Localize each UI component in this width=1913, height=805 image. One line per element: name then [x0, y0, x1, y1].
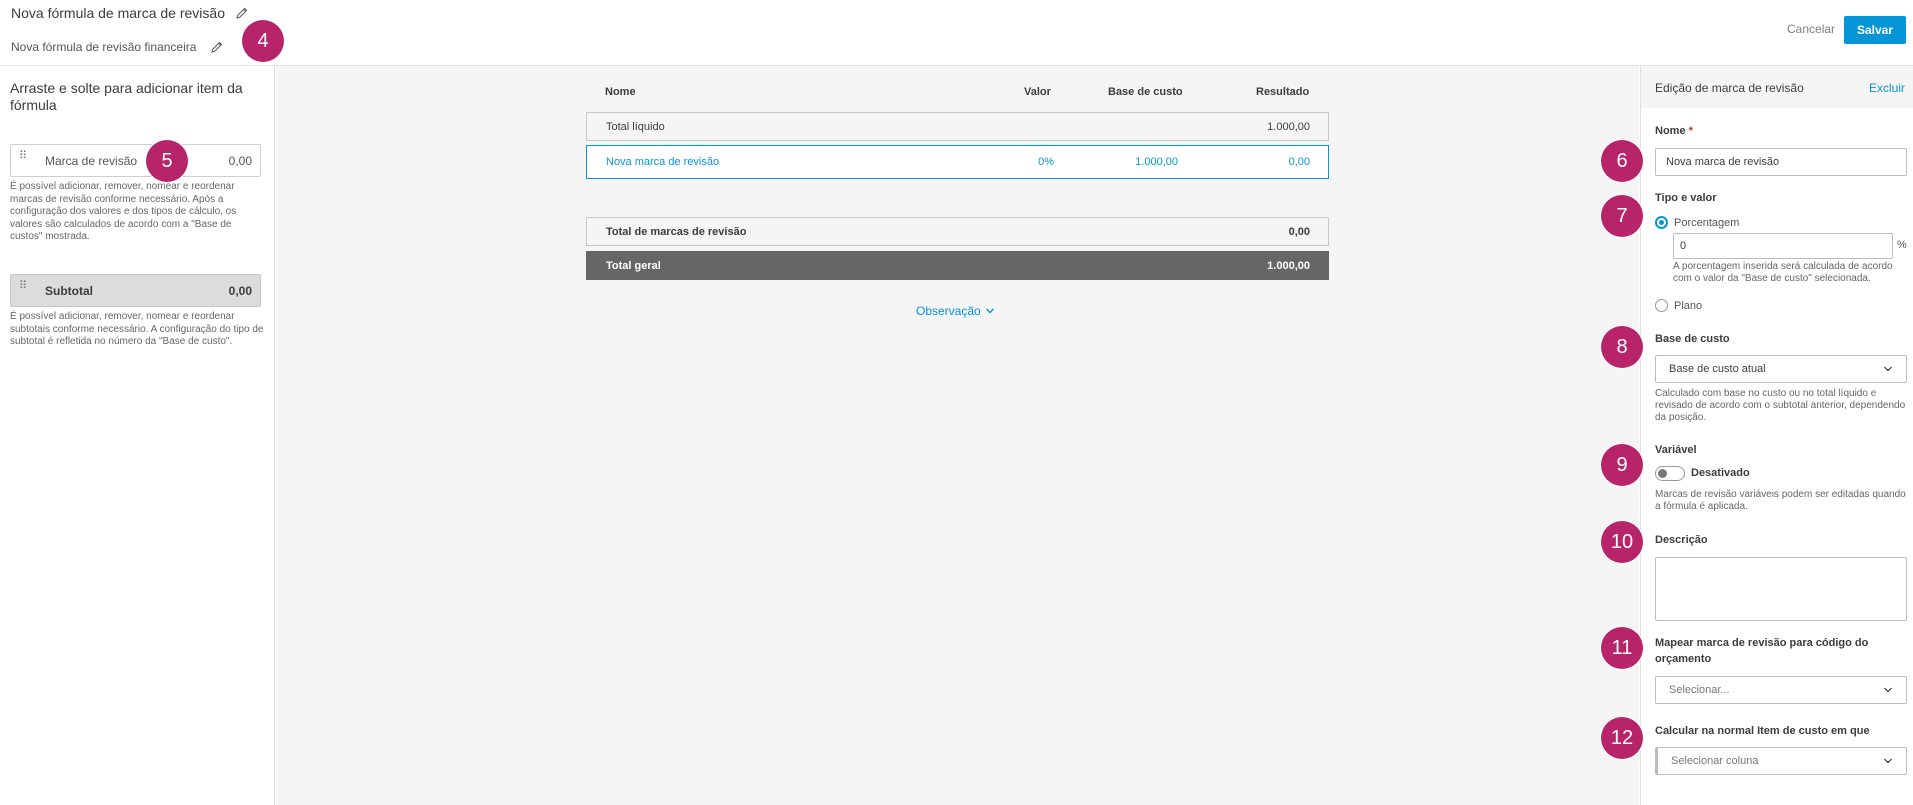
percentage-label: Porcentagem: [1674, 216, 1740, 229]
edit-title-pencil-icon[interactable]: [235, 6, 249, 20]
subtotal-card-label: Subtotal: [45, 283, 93, 298]
callout-marker-11: 11: [1601, 627, 1643, 669]
markup-help-text: É possível adicionar, remover, nomear e …: [10, 181, 237, 242]
row-result: 1.000,00: [1267, 260, 1310, 272]
cost-base-selected: Base de custo atual: [1669, 363, 1766, 375]
variable-label: Variável: [1655, 444, 1697, 456]
chevron-down-icon: [1884, 687, 1892, 693]
flat-radio-option[interactable]: Plano: [1655, 299, 1702, 312]
percentage-input[interactable]: 0: [1673, 233, 1893, 259]
formula-subtitle: Nova fórmula de revisão financeira: [11, 40, 224, 54]
chevron-down-icon: [1884, 758, 1892, 764]
chevron-down-icon: [1884, 366, 1892, 372]
percentage-radio[interactable]: [1655, 216, 1668, 229]
left-panel-heading: Arraste e solte para adicionar item da f…: [10, 80, 243, 113]
table-row-net-total[interactable]: Total líquido 1.000,00: [586, 112, 1329, 141]
subtotal-drag-card[interactable]: ⠿ Subtotal 0,00: [10, 274, 261, 307]
row-name: Total líquido: [606, 121, 665, 133]
callout-marker-9: 9: [1601, 444, 1643, 486]
drag-handle-icon[interactable]: ⠿: [19, 150, 29, 168]
observation-label: Observação: [916, 304, 981, 318]
callout-marker-12: 12: [1601, 717, 1643, 759]
markup-edit-panel: Edição de marca de revisão Excluir Nome …: [1640, 66, 1913, 805]
observation-toggle[interactable]: Observação: [916, 304, 995, 318]
chevron-down-icon: [985, 308, 994, 314]
formula-table-area: Nome Valor Base de custo Resultado Total…: [276, 66, 1639, 805]
variable-state-label: Desativado: [1691, 467, 1750, 479]
callout-marker-7: 7: [1601, 195, 1643, 237]
left-panel: Arraste e solte para adicionar item da f…: [0, 66, 275, 805]
edit-subtitle-pencil-icon[interactable]: [210, 40, 224, 54]
name-field-label: Nome *: [1655, 123, 1905, 139]
description-textarea[interactable]: [1655, 557, 1907, 621]
header: Nova fórmula de marca de revisão Nova fó…: [0, 0, 1913, 66]
row-name: Nova marca de revisão: [606, 156, 720, 168]
callout-marker-6: 6: [1601, 140, 1643, 182]
variable-help-text: Marcas de revisão variáveis podem ser ed…: [1655, 489, 1906, 512]
callout-marker-5: 5: [146, 140, 188, 182]
flat-label: Plano: [1674, 299, 1703, 312]
map-budget-code-label: Mapear marca de revisão para código do o…: [1655, 637, 1869, 665]
markup-drag-card[interactable]: ⠿ Marca de revisão 0,00: [10, 144, 261, 177]
row-result: 1.000,00: [1267, 121, 1310, 133]
row-value: 0%: [1038, 156, 1054, 168]
required-asterisk: *: [1688, 125, 1693, 137]
variable-toggle[interactable]: [1655, 466, 1685, 481]
table-row-new-markup[interactable]: Nova marca de revisão 0% 1.000,00 0,00: [586, 145, 1329, 179]
percentage-radio-option[interactable]: Porcentagem: [1655, 216, 1739, 229]
type-value-label: Tipo e valor: [1655, 192, 1717, 204]
table-row-markups-total: Total de marcas de revisão 0,00: [586, 217, 1329, 246]
cost-base-select[interactable]: Base de custo atual: [1655, 355, 1907, 383]
name-input[interactable]: Nova marca de revisão: [1655, 148, 1907, 176]
budget-code-select[interactable]: Selecionar...: [1655, 676, 1907, 704]
row-name: Total de marcas de revisão: [606, 226, 747, 238]
subtotal-card-value: 0,00: [228, 283, 252, 298]
name-label-text: Nome: [1655, 125, 1686, 137]
callout-marker-4: 4: [242, 20, 284, 62]
formula-title-text: Nova fórmula de marca de revisão: [11, 5, 225, 21]
save-button[interactable]: Salvar: [1844, 16, 1906, 44]
subtotal-help-text: É possível adicionar, remover, nomear e …: [10, 311, 264, 347]
table-row-grand-total: Total geral 1.000,00: [586, 251, 1329, 280]
markup-card-label: Marca de revisão: [45, 153, 138, 168]
budget-code-placeholder: Selecionar...: [1669, 684, 1730, 696]
formula-subtitle-text: Nova fórmula de revisão financeira: [11, 40, 197, 54]
column-header-cost-base: Base de custo: [1108, 86, 1183, 98]
row-cost-base: 1.000,00: [1135, 156, 1178, 168]
flat-radio[interactable]: [1655, 299, 1668, 312]
calculate-on-label: Calcular na normal Item de custo em que: [1655, 725, 1870, 737]
callout-marker-8: 8: [1601, 326, 1643, 368]
column-header-value: Valor: [1024, 86, 1051, 98]
column-header-result: Resultado: [1256, 86, 1310, 98]
column-select[interactable]: Selecionar coluna: [1655, 747, 1907, 775]
row-result: 0,00: [1288, 156, 1310, 168]
drag-handle-icon[interactable]: ⠿: [19, 280, 29, 298]
cancel-button[interactable]: Cancelar: [1787, 22, 1835, 36]
delete-link[interactable]: Excluir: [1869, 81, 1905, 95]
formula-title: Nova fórmula de marca de revisão: [11, 5, 249, 21]
percent-sign: %: [1897, 239, 1907, 251]
row-result: 0,00: [1288, 226, 1310, 238]
markup-card-value: 0,00: [228, 153, 252, 168]
row-name: Total geral: [606, 260, 661, 272]
panel-header: Edição de marca de revisão Excluir: [1641, 66, 1913, 108]
percentage-help-text: A porcentagem inserida será calculada de…: [1673, 261, 1893, 284]
column-header-name: Nome: [605, 86, 636, 98]
column-select-placeholder: Selecionar coluna: [1671, 755, 1759, 767]
panel-title: Edição de marca de revisão: [1655, 81, 1804, 95]
cost-base-help-text: Calculado com base no custo ou no total …: [1655, 388, 1906, 423]
cost-base-label: Base de custo: [1655, 333, 1730, 345]
callout-marker-10: 10: [1601, 521, 1643, 563]
description-label: Descrição: [1655, 534, 1708, 546]
